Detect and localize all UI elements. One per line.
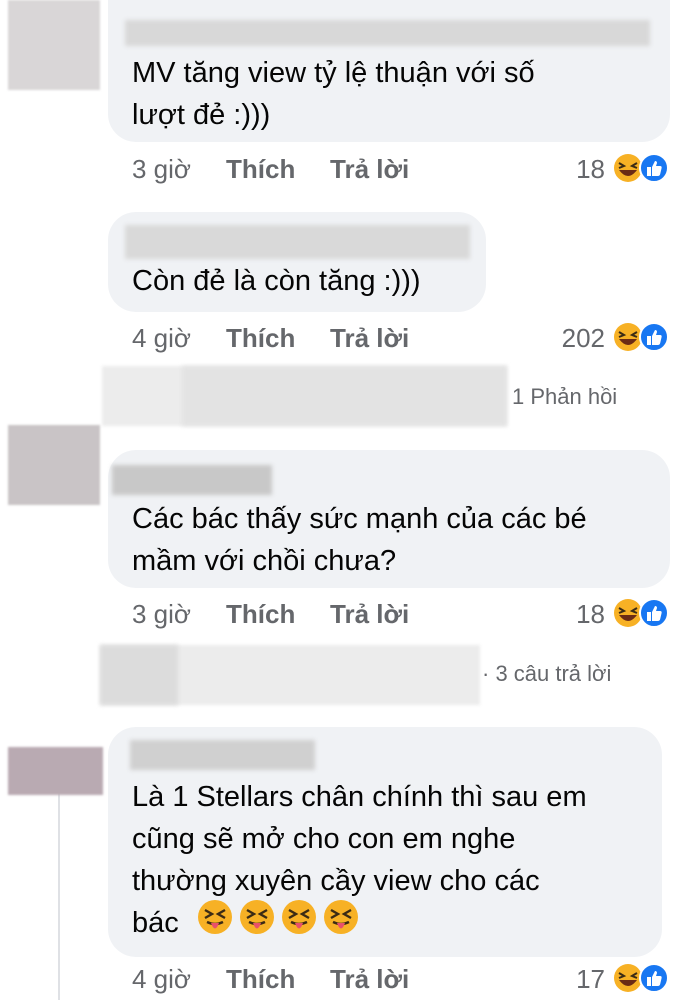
comment-text: Còn đẻ là còn tăng :))) xyxy=(132,265,421,297)
squinting-tongue-emoji-icon xyxy=(198,900,232,934)
view-replies-link[interactable]: · 3 câu trả lời xyxy=(482,661,611,687)
squinting-tongue-emoji-icon xyxy=(324,900,358,934)
avatar[interactable] xyxy=(8,425,100,505)
reaction-icons[interactable] xyxy=(612,597,670,629)
like-button[interactable]: Thích xyxy=(226,599,295,630)
comment-time[interactable]: 4 giờ xyxy=(132,323,191,354)
comment-time[interactable]: 4 giờ xyxy=(132,964,191,995)
like-button[interactable]: Thích xyxy=(226,323,295,354)
like-icon xyxy=(639,963,669,993)
reaction-count[interactable]: 18 xyxy=(545,599,605,630)
comment-text: MV tăng view tỷ lệ thuận với số lượt đẻ … xyxy=(132,57,535,131)
commenter-name-redacted[interactable] xyxy=(125,20,650,46)
like-button[interactable]: Thích xyxy=(226,154,295,185)
comment-time[interactable]: 3 giờ xyxy=(132,599,191,630)
like-button[interactable]: Thích xyxy=(226,964,295,995)
like-icon xyxy=(639,598,669,628)
commenter-name-redacted[interactable] xyxy=(125,225,470,259)
laugh-emoji-icon xyxy=(614,599,642,627)
reaction-count[interactable]: 18 xyxy=(545,154,605,185)
view-replies-link[interactable]: 1 Phản hồi xyxy=(512,384,617,410)
thread-line xyxy=(58,790,60,1000)
avatar[interactable] xyxy=(8,0,100,90)
reply-button[interactable]: Trả lời xyxy=(330,323,409,354)
reaction-count[interactable]: 17 xyxy=(545,964,605,995)
reaction-count[interactable]: 202 xyxy=(545,323,605,354)
like-icon xyxy=(639,153,669,183)
reply-avatar-redacted[interactable] xyxy=(100,645,178,705)
commenter-name-redacted[interactable] xyxy=(112,465,272,495)
comment-time[interactable]: 3 giờ xyxy=(132,154,191,185)
reaction-icons[interactable] xyxy=(612,321,670,353)
reply-button[interactable]: Trả lời xyxy=(330,599,409,630)
avatar[interactable] xyxy=(8,747,103,795)
reaction-icons[interactable] xyxy=(612,962,670,994)
emoji-row xyxy=(196,898,360,936)
reply-avatar-redacted[interactable] xyxy=(182,366,507,426)
reaction-icons[interactable] xyxy=(612,152,670,184)
reply-button[interactable]: Trả lời xyxy=(330,964,409,995)
squinting-tongue-emoji-icon xyxy=(240,900,274,934)
squinting-tongue-emoji-icon xyxy=(282,900,316,934)
comment-text: Các bác thấy sức mạnh của các bé mầm với… xyxy=(132,503,587,577)
laugh-emoji-icon xyxy=(614,964,642,992)
like-icon xyxy=(639,322,669,352)
reply-button[interactable]: Trả lời xyxy=(330,154,409,185)
laugh-emoji-icon xyxy=(614,154,642,182)
commenter-name-redacted[interactable] xyxy=(130,740,315,770)
laugh-emoji-icon xyxy=(614,323,642,351)
